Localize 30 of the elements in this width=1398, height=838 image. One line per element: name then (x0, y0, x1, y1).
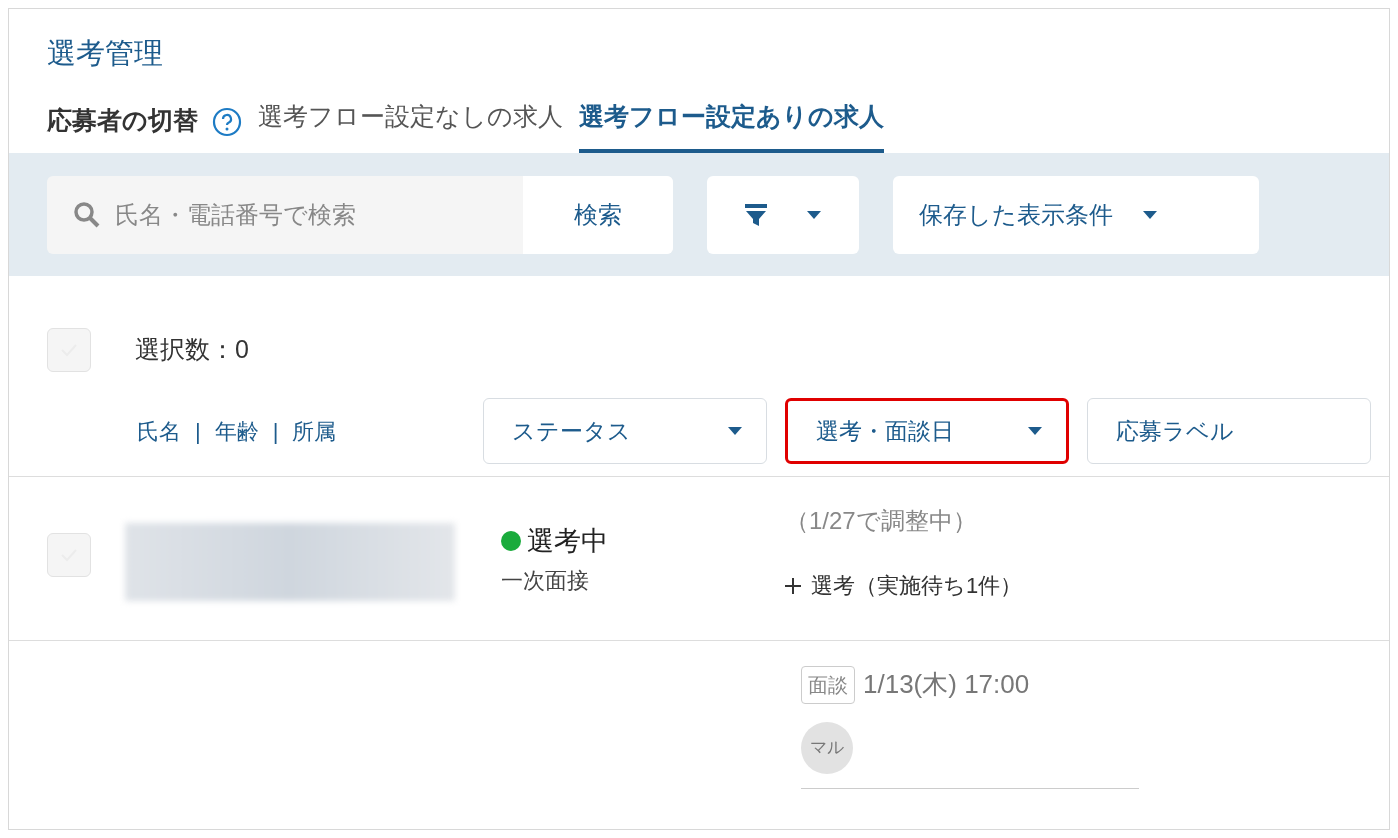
sort-link[interactable]: 氏名 (137, 414, 181, 448)
column-dropdown[interactable]: ステータス (483, 398, 767, 464)
status-label: 選考中 (527, 525, 608, 558)
schedule-note: （1/27で調整中） (785, 506, 978, 536)
caret-icon (728, 427, 742, 435)
column-dropdown[interactable]: 応募ラベル (1087, 398, 1371, 464)
sort-link[interactable]: 所属 (292, 414, 337, 448)
caret-icon (807, 210, 821, 219)
filter-dropdown[interactable] (707, 175, 859, 254)
separator: | (195, 417, 201, 446)
search-field[interactable]: 氏名・電話番号で検索 検索 (47, 175, 673, 254)
search-button[interactable]: 検索 (523, 175, 673, 254)
selection-count: 選択数：0 (135, 334, 249, 366)
meeting-tag: 面談 (801, 665, 855, 704)
page-title: 選考管理 (47, 36, 164, 71)
stage-label: 一次面接 (501, 566, 590, 595)
saved-conditions-dropdown[interactable]: 保存した表示条件 (893, 175, 1259, 254)
help-icon[interactable] (212, 107, 242, 137)
switcher-label: 応募者の切替 (47, 104, 198, 136)
separator: | (272, 417, 279, 446)
filter-icon (745, 203, 767, 226)
sort-link[interactable]: 年齢 (214, 414, 259, 448)
column-dropdown[interactable]: 選考・面談日 (785, 398, 1069, 464)
caret-icon (1028, 427, 1042, 435)
avatar: マル (801, 722, 853, 774)
caret-icon (1143, 210, 1157, 219)
filter-tab[interactable]: 選考フロー設定なしの求人 (258, 97, 563, 153)
meeting-datetime: 1/13(木) 17:00 (863, 668, 1030, 701)
search-icon (73, 200, 101, 229)
plus-icon[interactable] (785, 577, 801, 594)
